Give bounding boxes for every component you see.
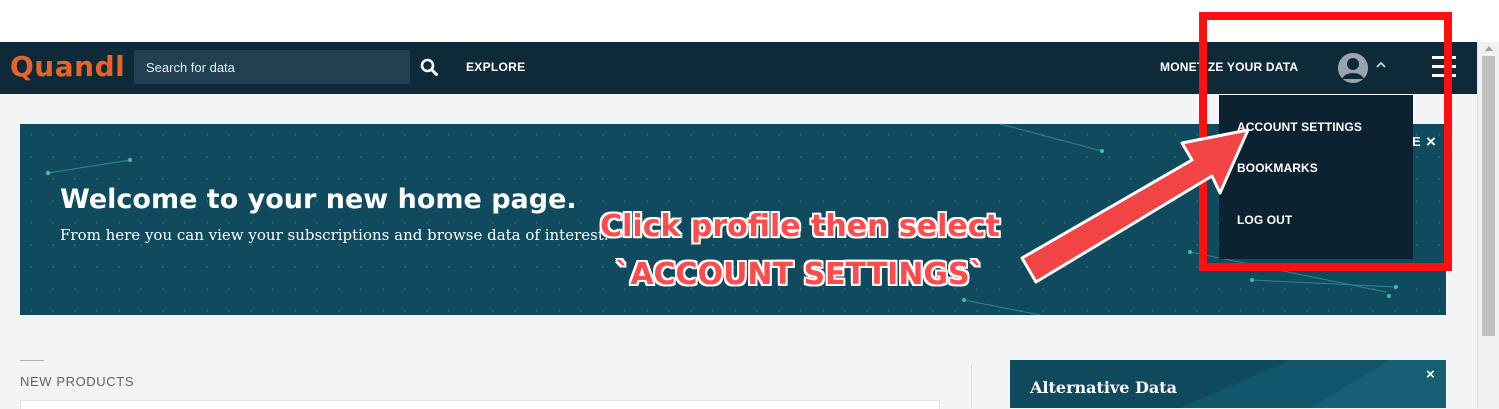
alternative-data-card[interactable]: Alternative Data × — [1010, 360, 1446, 408]
pointer-arrow-icon — [1020, 128, 1250, 284]
annotation-line-2: `ACCOUNT SETTINGS` — [615, 257, 985, 292]
alternative-data-title: Alternative Data — [1030, 378, 1178, 397]
annotation-line-1: Click profile then select — [600, 209, 1000, 244]
card-close-icon[interactable]: × — [1426, 366, 1435, 383]
column-divider — [971, 366, 972, 408]
section-divider — [20, 360, 44, 361]
annotation-callout: Click profile then select `ACCOUNT SETTI… — [580, 203, 1020, 299]
new-products-heading: NEW PRODUCTS — [20, 374, 135, 389]
